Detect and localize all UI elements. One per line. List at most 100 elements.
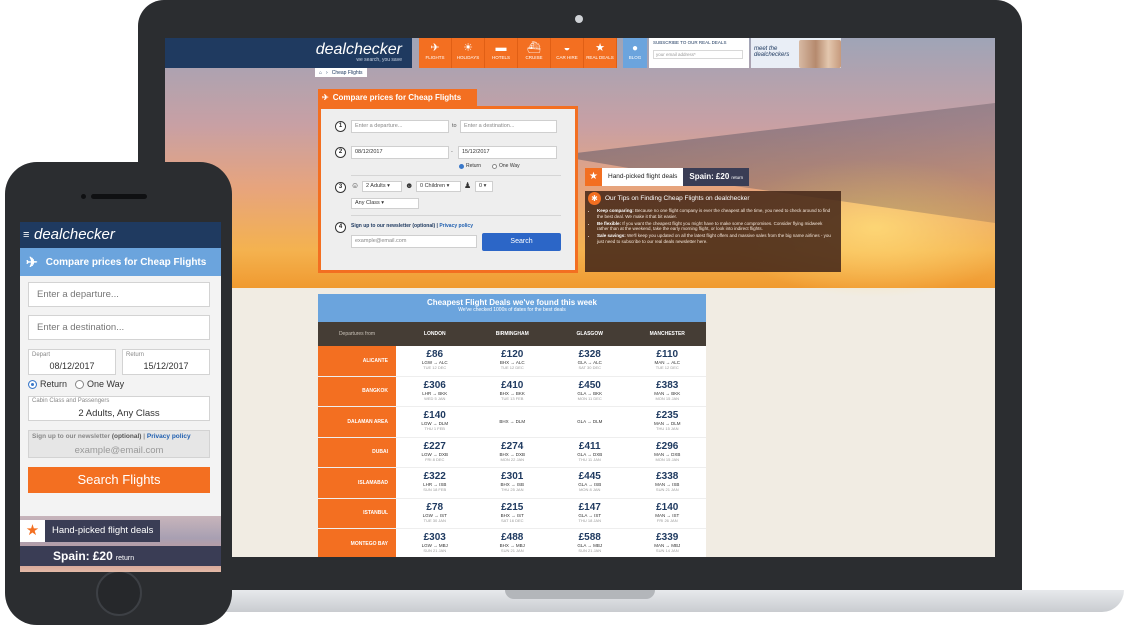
mobile-handpicked-banner[interactable]: ★ Hand-picked flight deals Spain: £20 re…	[20, 516, 221, 572]
date-dash: -	[451, 149, 453, 155]
tips-title: Our Tips on Finding Cheap Flights on dea…	[605, 195, 750, 202]
return-radio[interactable]: Return	[459, 163, 481, 169]
return-date-input[interactable]: 15/12/2017	[458, 146, 557, 159]
mobile-screen: ≡ dealchecker ✈ Compare prices for Cheap…	[20, 222, 221, 572]
deal-cell[interactable]: £339 MAN → MBJ SUN 14 JAN	[629, 529, 707, 557]
nav-item[interactable]: ▬ HOTELS	[485, 38, 518, 68]
nav-item[interactable]: ★ REAL DEALS	[584, 38, 617, 68]
logo-box[interactable]: dealchecker we search, you save	[165, 38, 412, 68]
deal-cell[interactable]: £235 MAN → DLM THU 15 JAN	[629, 407, 707, 437]
meet-the-dealcheckers[interactable]: meet the dealcheckers	[751, 38, 841, 68]
deal-cell[interactable]: £303 LGW → MBJ SUN 21 JAN	[396, 529, 474, 557]
newsletter-email-input[interactable]: example@email.com	[351, 235, 477, 248]
deal-cell[interactable]: £588 GLA → MBJ SUN 21 JAN	[551, 529, 629, 557]
nav-item[interactable]: ◒ CAR HIRE	[551, 38, 584, 68]
deal-date: SAT 30 DEC	[578, 365, 602, 370]
mobile-email-input[interactable]: example@email.com	[29, 445, 209, 456]
newsletter-separator: |	[143, 433, 146, 440]
mobile-logo[interactable]: dealchecker	[34, 226, 115, 243]
mobile-deal-destination: Spain:	[53, 549, 90, 563]
children-value: 0 Children	[420, 183, 446, 189]
home-icon[interactable]: ⌂	[319, 70, 322, 76]
ship-icon: ⛴	[527, 42, 541, 54]
deal-cell[interactable]: £140 LGW → DLM THU 1 FEB	[396, 407, 474, 437]
deal-cell[interactable]: £215 BHX → IST SAT 16 DEC	[474, 499, 552, 529]
deal-cell[interactable]: £450 GLA → BKK MON 11 DEC	[551, 377, 629, 407]
deal-cell[interactable]: £328 GLA → ALC SAT 30 DEC	[551, 346, 629, 376]
deal-cell[interactable]: £383 MAN → BKK MON 15 JAN	[629, 377, 707, 407]
deal-price: £306	[423, 379, 446, 391]
search-button[interactable]: Search	[482, 233, 561, 251]
deal-date: TUE 12 DEC	[655, 365, 679, 370]
tip-heading: Be flexible:	[597, 220, 622, 226]
one-way-radio[interactable]: One Way	[492, 163, 520, 169]
class-select[interactable]: Any Class ▾	[351, 198, 419, 209]
deal-cell[interactable]: £78 LGW → IST TUE 30 JAN	[396, 499, 474, 529]
deal-cell[interactable]: £86 LGW → ALC TUE 12 DEC	[396, 346, 474, 376]
nav-item[interactable]: ✈ FLIGHTS	[419, 38, 452, 68]
mobile-privacy-link[interactable]: Privacy policy	[147, 433, 191, 440]
depart-date-input[interactable]: 08/12/2017	[351, 146, 449, 159]
deal-price: £328	[578, 349, 601, 360]
mobile-return-date[interactable]: Return 15/12/2017	[122, 349, 210, 375]
children-select[interactable]: 0 Children ▾	[416, 181, 461, 192]
adults-select[interactable]: 2 Adults ▾	[362, 181, 402, 192]
deal-cell[interactable]: £227 LGW → DXB FRI 8 DEC	[396, 438, 474, 468]
deal-date: SUN 18 FEB	[423, 487, 447, 492]
destination-cell: DALAMAN AREA	[318, 407, 396, 437]
privacy-policy-link[interactable]: Privacy policy	[439, 223, 473, 229]
mobile-return-radio[interactable]: Return	[28, 379, 67, 389]
infants-select[interactable]: 0 ▾	[475, 181, 493, 192]
destination-cell: ALICANTE	[318, 346, 396, 376]
deal-cell[interactable]: £488 BHX → MBJ SUN 21 JAN	[474, 529, 552, 557]
deal-price: £140	[656, 501, 679, 513]
deal-cell[interactable]: £140 MAN → IST FRI 26 JAN	[629, 499, 707, 529]
nav-item[interactable]: ⛴ CRUISE	[518, 38, 551, 68]
meet-text: meet the dealcheckers	[754, 46, 790, 58]
departure-input[interactable]: Enter a departure...	[351, 120, 449, 133]
deal-cell[interactable]: £274 BHX → DXB MON 22 JAN	[474, 438, 552, 468]
menu-icon[interactable]: ≡	[23, 230, 29, 241]
deal-price: £301	[501, 471, 524, 482]
deal-cell[interactable]: £306 LHR → BKK WED 5 JAN	[396, 377, 474, 407]
mobile-cabin-select[interactable]: Cabin Class and Passengers 2 Adults, Any…	[28, 396, 210, 421]
tip-item: Sale savings: We'll keep you updated on …	[597, 233, 833, 244]
deal-price: £450	[578, 379, 601, 391]
deal-cell[interactable]: £301 BHX → ISB THU 25 JAN	[474, 468, 552, 498]
deals-subtitle: We've checked 1000s of dates for the bes…	[458, 307, 566, 313]
handpicked-deals[interactable]: ★ Hand-picked flight deals Spain: £20 re…	[585, 168, 750, 186]
deal-cell[interactable]: £410 BHX → BKK TUE 13 FEB	[474, 377, 552, 407]
step-4-badge: 4	[335, 222, 346, 233]
deal-cell[interactable]: £322 LHR → ISB SUN 18 FEB	[396, 468, 474, 498]
destination-input[interactable]: Enter a destination...	[460, 120, 557, 133]
header-email-input[interactable]: your email address*	[653, 50, 743, 59]
deal-route: GLA → DLM	[577, 419, 603, 425]
deal-cell[interactable]: £110 MAN → ALC TUE 12 DEC	[629, 346, 707, 376]
mobile-departure-input[interactable]: Enter a departure...	[28, 282, 210, 307]
mobile-destination-input[interactable]: Enter a destination...	[28, 315, 210, 340]
infant-icon: ♟	[464, 181, 472, 190]
deal-cell[interactable]: £147 GLA → IST THU 18 JAN	[551, 499, 629, 529]
deal-cell[interactable]: £338 MAN → ISB SUN 21 JAN	[629, 468, 707, 498]
deal-price: £296	[656, 440, 679, 452]
mobile-one-way-radio[interactable]: One Way	[75, 379, 124, 389]
deal-cell[interactable]: BHX → DLM	[474, 407, 552, 437]
deal-cell[interactable]: £445 GLA → ISB MON 8 JAN	[551, 468, 629, 498]
deal-cell[interactable]: £411 GLA → DXB THU 11 JAN	[551, 438, 629, 468]
return-label: Return	[126, 352, 145, 358]
nav-item[interactable]: ☀ HOLIDAYS	[452, 38, 485, 68]
mobile-depart-date[interactable]: Depart 08/12/2017	[28, 349, 116, 375]
search-flights-button[interactable]: Search Flights	[28, 467, 210, 493]
deal-price: £411	[578, 440, 601, 452]
deal-price: £338	[656, 471, 679, 482]
deal-date: MON 15 JAN	[655, 456, 680, 462]
nav-blog[interactable]: ● BLOG	[623, 38, 647, 68]
deal-cell[interactable]: £120 BHX → ALC TUE 12 DEC	[474, 346, 552, 376]
breadcrumb-sep: ›	[326, 69, 328, 76]
deal-date: MON 8 JAN	[579, 487, 601, 492]
destination-cell: ISTANBUL	[318, 498, 396, 528]
deal-cell[interactable]: £296 MAN → DXB MON 15 JAN	[629, 438, 707, 468]
deal-cell[interactable]: GLA → DLM	[551, 407, 629, 437]
deals-column-headers: Departures from LONDON BIRMINGHAM GLASGOW M…	[318, 322, 706, 346]
deal-price: £488	[501, 532, 524, 543]
